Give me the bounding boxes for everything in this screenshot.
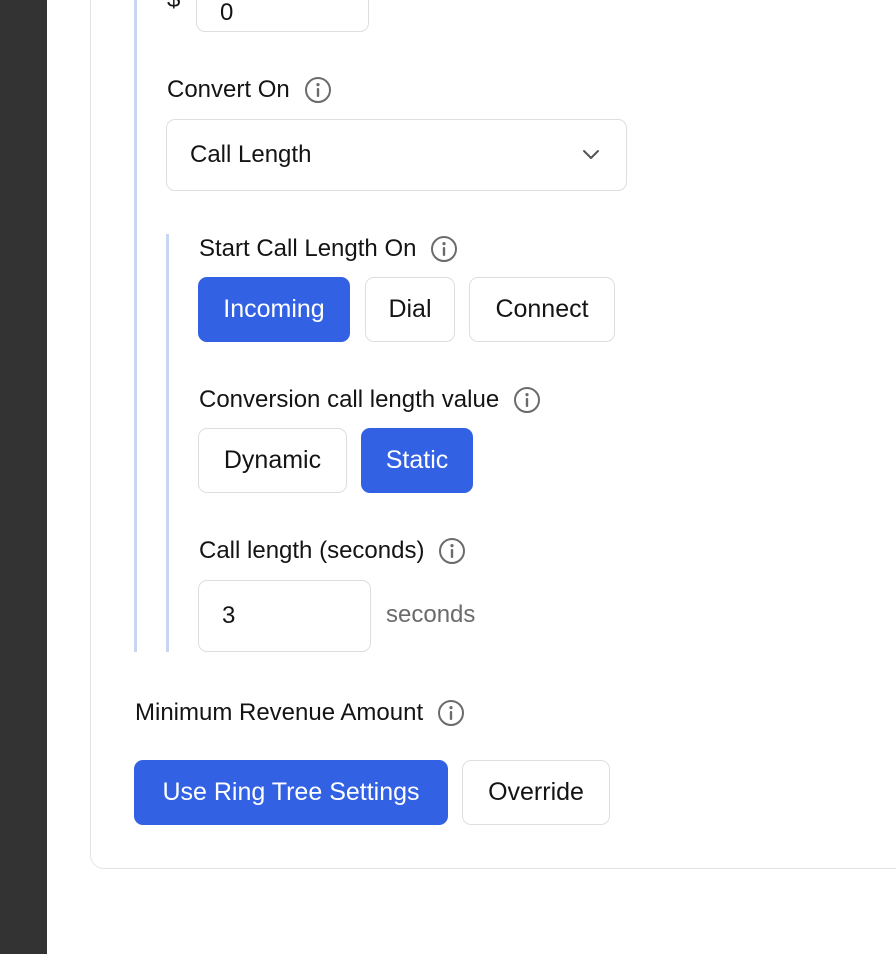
override-button[interactable]: Override bbox=[462, 760, 610, 825]
info-circle-icon[interactable] bbox=[513, 386, 541, 414]
use-ring-tree-settings-button[interactable]: Use Ring Tree Settings bbox=[134, 760, 448, 825]
conversion-value-label-row: Conversion call length value bbox=[199, 385, 541, 415]
currency-symbol: $ bbox=[167, 0, 180, 14]
incoming-button[interactable]: Incoming bbox=[198, 277, 350, 342]
call-length-input[interactable]: 3 bbox=[198, 580, 371, 652]
min-revenue-label-row: Minimum Revenue Amount bbox=[135, 698, 465, 728]
start-call-length-label: Start Call Length On bbox=[199, 235, 417, 262]
static-button[interactable]: Static bbox=[361, 428, 473, 493]
convert-on-selected-value: Call Length bbox=[190, 141, 312, 168]
dynamic-button[interactable]: Dynamic bbox=[198, 428, 347, 493]
info-circle-icon[interactable] bbox=[304, 76, 332, 104]
left-rail bbox=[0, 0, 47, 954]
info-circle-icon[interactable] bbox=[438, 537, 466, 565]
call-length-indent-bar bbox=[166, 234, 169, 652]
payout-value: 0 bbox=[220, 0, 234, 26]
convert-on-label-row: Convert On bbox=[167, 75, 332, 105]
start-call-length-label-row: Start Call Length On bbox=[199, 234, 458, 264]
info-circle-icon[interactable] bbox=[430, 235, 458, 263]
call-length-label: Call length (seconds) bbox=[199, 537, 425, 564]
min-revenue-label: Minimum Revenue Amount bbox=[135, 699, 424, 726]
convert-on-label: Convert On bbox=[167, 76, 290, 103]
call-length-value: 3 bbox=[222, 602, 236, 629]
connect-button[interactable]: Connect bbox=[469, 277, 615, 342]
info-circle-icon[interactable] bbox=[437, 699, 465, 727]
dial-button[interactable]: Dial bbox=[365, 277, 455, 342]
conversion-value-label: Conversion call length value bbox=[199, 386, 500, 413]
chevron-down-icon bbox=[580, 144, 602, 166]
seconds-suffix: seconds bbox=[386, 601, 476, 628]
section-indent-bar bbox=[134, 0, 137, 652]
payout-input[interactable]: 0 bbox=[196, 0, 369, 32]
convert-on-select[interactable]: Call Length bbox=[166, 119, 627, 191]
call-length-label-row: Call length (seconds) bbox=[199, 536, 466, 566]
